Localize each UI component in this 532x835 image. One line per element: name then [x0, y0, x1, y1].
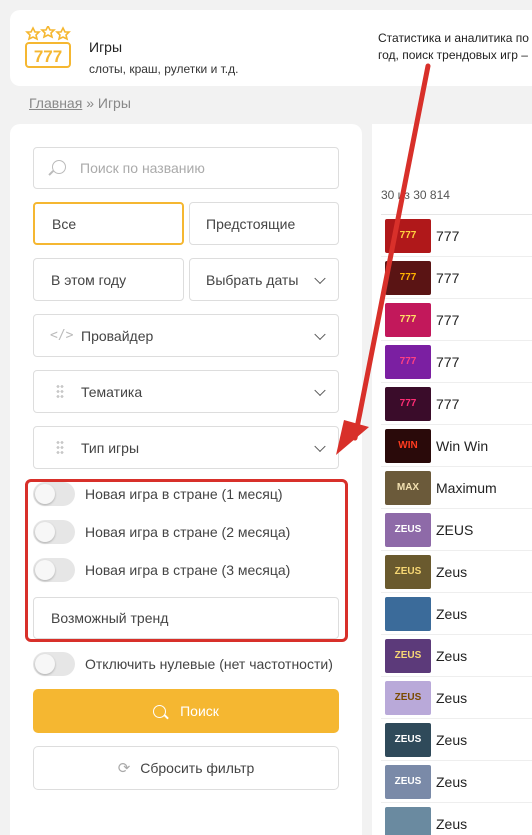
page-description: Статистика и аналитика по год, поиск тре…: [378, 31, 529, 62]
game-row[interactable]: 777 777: [381, 299, 532, 341]
reset-filter-button[interactable]: ⟳ Сбросить фильтр: [33, 746, 339, 790]
game-name[interactable]: 777: [436, 312, 459, 328]
game-row[interactable]: 777 777: [381, 383, 532, 425]
game-name[interactable]: 777: [436, 270, 459, 286]
game-thumbnail[interactable]: 777: [385, 260, 431, 295]
game-row[interactable]: ZEUS ZEUS: [381, 509, 532, 551]
game-row[interactable]: 777 777: [381, 257, 532, 299]
results-count: 30 из 30 814: [381, 188, 450, 202]
game-row[interactable]: ZEUS Zeus: [381, 761, 532, 803]
game-row[interactable]: ZEUS Zeus: [381, 677, 532, 719]
game-row[interactable]: ZEUS Zeus: [381, 635, 532, 677]
game-thumbnail[interactable]: ZEUS: [385, 680, 431, 715]
breadcrumb: Главная » Игры: [29, 95, 131, 111]
logo-777-text: 777: [34, 47, 62, 66]
search-button-label: Поиск: [180, 703, 219, 719]
choose-dates-dropdown[interactable]: Выбрать даты: [189, 258, 339, 301]
game-thumbnail[interactable]: ZEUS: [385, 638, 431, 673]
game-row[interactable]: 777 777: [381, 341, 532, 383]
chevron-down-icon: [314, 328, 326, 340]
annotation-highlight-box: [25, 479, 348, 642]
provider-label: Провайдер: [81, 327, 154, 344]
game-name[interactable]: Win Win: [436, 438, 488, 454]
game-name[interactable]: Zeus: [436, 648, 467, 664]
toggle-label: Отключить нулевые (нет частотности): [85, 656, 333, 672]
page-subtitle: слоты, краш, рулетки и т.д.: [89, 62, 239, 76]
game-row[interactable]: Zeus: [381, 593, 532, 635]
theme-dropdown[interactable]: Тематика: [33, 370, 339, 413]
game-name[interactable]: Maximum: [436, 480, 497, 496]
search-icon: [52, 160, 66, 174]
filter-all-button[interactable]: Все: [33, 202, 184, 245]
refresh-icon: ⟳: [117, 760, 131, 777]
game-name[interactable]: Zeus: [436, 774, 467, 790]
game-thumbnail[interactable]: 777: [385, 386, 431, 421]
game-row[interactable]: 777 777: [381, 215, 532, 257]
page-header: 777 Игры слоты, краш, рулетки и т.д. Ста…: [10, 10, 532, 86]
toggle-switch[interactable]: [33, 652, 75, 676]
game-name[interactable]: Zeus: [436, 690, 467, 706]
breadcrumb-separator: »: [86, 95, 94, 111]
game-thumbnail[interactable]: ZEUS: [385, 764, 431, 799]
game-name[interactable]: 777: [436, 354, 459, 370]
game-row[interactable]: ZEUS Zeus: [381, 719, 532, 761]
game-thumbnail[interactable]: MAX: [385, 470, 431, 505]
theme-label: Тематика: [81, 383, 143, 400]
game-name[interactable]: Zeus: [436, 816, 467, 832]
game-thumbnail[interactable]: ZEUS: [385, 722, 431, 757]
game-name[interactable]: Zeus: [436, 606, 467, 622]
disable-zero-toggle-row[interactable]: Отключить нулевые (нет частотности): [33, 652, 333, 676]
game-row[interactable]: Zeus: [381, 803, 532, 835]
game-row[interactable]: WIN Win Win: [381, 425, 532, 467]
game-thumbnail[interactable]: [385, 806, 431, 835]
filter-this-year-button[interactable]: В этом году: [33, 258, 184, 301]
provider-dropdown[interactable]: </> Провайдер: [33, 314, 339, 357]
game-thumbnail[interactable]: WIN: [385, 428, 431, 463]
search-placeholder: Поиск по названию: [80, 160, 205, 176]
game-name[interactable]: Zeus: [436, 732, 467, 748]
chevron-down-icon: [314, 384, 326, 396]
grip-icon: [56, 384, 64, 399]
game-thumbnail[interactable]: ZEUS: [385, 512, 431, 547]
game-thumbnail[interactable]: [385, 596, 431, 631]
game-name[interactable]: 777: [436, 228, 459, 244]
filter-upcoming-button[interactable]: Предстоящие: [189, 202, 339, 245]
breadcrumb-current: Игры: [97, 95, 131, 111]
game-thumbnail[interactable]: ZEUS: [385, 554, 431, 589]
search-icon: [153, 704, 167, 718]
game-row[interactable]: MAX Maximum: [381, 467, 532, 509]
reset-filter-label: Сбросить фильтр: [140, 760, 255, 776]
game-row[interactable]: ZEUS Zeus: [381, 551, 532, 593]
game-thumbnail[interactable]: 777: [385, 302, 431, 337]
breadcrumb-home-link[interactable]: Главная: [29, 95, 82, 111]
game-name[interactable]: Zeus: [436, 564, 467, 580]
game-type-label: Тип игры: [81, 439, 140, 456]
chevron-down-icon: [314, 272, 326, 284]
code-icon: </>: [50, 328, 74, 343]
grip-icon: [56, 440, 64, 455]
game-type-dropdown[interactable]: Тип игры: [33, 426, 339, 469]
search-button[interactable]: Поиск: [33, 689, 339, 733]
choose-dates-label: Выбрать даты: [206, 271, 299, 288]
slot-777-logo-icon: 777: [25, 26, 71, 68]
game-name[interactable]: ZEUS: [436, 522, 473, 538]
game-thumbnail[interactable]: 777: [385, 344, 431, 379]
page-title: Игры: [89, 39, 123, 55]
game-thumbnail[interactable]: 777: [385, 218, 431, 253]
chevron-down-icon: [314, 440, 326, 452]
game-name[interactable]: 777: [436, 396, 459, 412]
search-input[interactable]: Поиск по названию: [33, 147, 339, 189]
